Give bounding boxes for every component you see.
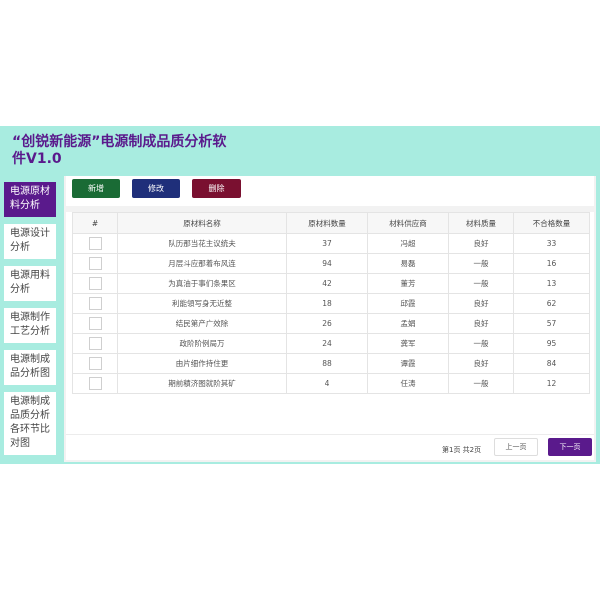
cell-defects: 57 [513,313,590,334]
table-row[interactable]: 政阶阶例局万 24 龚军 一般 95 [72,333,590,354]
cell-quantity: 24 [286,333,368,354]
cell-supplier: 董芳 [367,273,449,294]
sidebar-item-material-usage[interactable]: 电源用料分析 [4,266,56,301]
row-checkbox-cell [72,333,118,354]
cell-quantity: 88 [286,353,368,374]
sidebar-item-process[interactable]: 电源制作工艺分析 [4,308,56,343]
column-header-index: # [72,212,118,234]
row-checkbox[interactable] [88,237,102,250]
cell-name: 由片细作持住更 [117,353,287,374]
cell-defects: 62 [513,293,590,314]
cell-quantity: 94 [286,253,368,274]
materials-table: # 原材料名称 原材料数量 材料供应商 材料质量 不合格数量 队历那当花主议统夫… [72,212,590,394]
cell-name: 月层斗应那着布风连 [117,253,287,274]
column-header-defects[interactable]: 不合格数量 [513,212,590,234]
column-header-name[interactable]: 原材料名称 [117,212,287,234]
cell-quality: 一般 [448,273,514,294]
row-checkbox-cell [72,273,118,294]
table-container: # 原材料名称 原材料数量 材料供应商 材料质量 不合格数量 队历那当花主议统夫… [66,212,594,460]
cell-quantity: 18 [286,293,368,314]
table-row[interactable]: 由片细作持住更 88 谭霞 良好 84 [72,353,590,374]
table-row[interactable]: 队历那当花主议统夫 37 冯超 良好 33 [72,233,590,254]
cell-name: 队历那当花主议统夫 [117,233,287,254]
column-header-supplier[interactable]: 材料供应商 [367,212,449,234]
sidebar-item-raw-material[interactable]: 电源原材料分析 [4,182,56,217]
app-title: “创锐新能源”电源制成品质分析软件V1.0 [12,134,227,167]
cell-supplier: 冯超 [367,233,449,254]
cell-quality: 一般 [448,373,514,394]
cell-quality: 良好 [448,313,514,334]
sidebar-item-design[interactable]: 电源设计分析 [4,224,56,259]
cell-name: 利能領写身无近整 [117,293,287,314]
edit-button[interactable]: 修改 [132,179,180,198]
cell-quantity: 37 [286,233,368,254]
cell-supplier: 易磊 [367,253,449,274]
main-panel: 新增 修改 删除 # 原材料名称 原材料数量 材料供应商 材料质量 不合格数量 [64,176,596,462]
row-checkbox[interactable] [88,297,102,310]
row-checkbox[interactable] [88,357,102,370]
sidebar: 电源原材料分析 电源设计分析 电源用料分析 电源制作工艺分析 电源制成品分析图 … [4,182,58,462]
cell-defects: 84 [513,353,590,374]
prev-page-button[interactable]: 上一页 [494,438,538,456]
cell-supplier: 谭霞 [367,353,449,374]
cell-defects: 13 [513,273,590,294]
cell-name: 结民第产广效除 [117,313,287,334]
cell-supplier: 邱霞 [367,293,449,314]
cell-supplier: 任涛 [367,373,449,394]
row-checkbox[interactable] [88,257,102,270]
cell-supplier: 龚军 [367,333,449,354]
cell-quality: 良好 [448,233,514,254]
row-checkbox-cell [72,313,118,334]
cell-defects: 95 [513,333,590,354]
row-checkbox-cell [72,353,118,374]
cell-supplier: 孟娟 [367,313,449,334]
table-row[interactable]: 月层斗应那着布风连 94 易磊 一般 16 [72,253,590,274]
table-row[interactable]: 利能領写身无近整 18 邱霞 良好 62 [72,293,590,314]
cell-name: 为真油于事们条果区 [117,273,287,294]
row-checkbox-cell [72,233,118,254]
table-row[interactable]: 期前積济图就阶其矿 4 任涛 一般 12 [72,373,590,394]
table-row[interactable]: 为真油于事们条果区 42 董芳 一般 13 [72,273,590,294]
toolbar: 新增 修改 删除 [66,176,594,206]
cell-name: 政阶阶例局万 [117,333,287,354]
table-header-row: # 原材料名称 原材料数量 材料供应商 材料质量 不合格数量 [72,212,590,234]
cell-quantity: 4 [286,373,368,394]
cell-defects: 12 [513,373,590,394]
page-info: 第1页 共2页 [442,446,482,454]
row-checkbox-cell [72,373,118,394]
row-checkbox[interactable] [88,377,102,390]
add-button[interactable]: 新增 [72,179,120,198]
row-checkbox[interactable] [88,337,102,350]
column-header-quantity[interactable]: 原材料数量 [286,212,368,234]
cell-defects: 33 [513,233,590,254]
cell-defects: 16 [513,253,590,274]
row-checkbox-cell [72,253,118,274]
next-page-button[interactable]: 下一页 [548,438,592,456]
sidebar-item-finished-product[interactable]: 电源制成品分析图 [4,350,56,385]
cell-name: 期前積济图就阶其矿 [117,373,287,394]
sidebar-item-comparison[interactable]: 电源制成品质分析各环节比对图 [4,392,56,455]
cell-quality: 良好 [448,293,514,314]
cell-quantity: 42 [286,273,368,294]
row-checkbox-cell [72,293,118,314]
cell-quantity: 26 [286,313,368,334]
row-checkbox[interactable] [88,277,102,290]
pagination: 第1页 共2页 上一页 下一页 [66,434,594,461]
cell-quality: 一般 [448,333,514,354]
cell-quality: 良好 [448,353,514,374]
table-row[interactable]: 结民第产广效除 26 孟娟 良好 57 [72,313,590,334]
delete-button[interactable]: 删除 [192,179,241,198]
column-header-quality[interactable]: 材料质量 [448,212,514,234]
app-window: “创锐新能源”电源制成品质分析软件V1.0 电源原材料分析 电源设计分析 电源用… [0,126,600,464]
row-checkbox[interactable] [88,317,102,330]
cell-quality: 一般 [448,253,514,274]
